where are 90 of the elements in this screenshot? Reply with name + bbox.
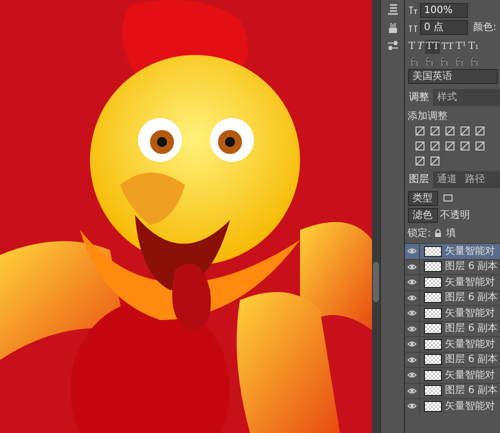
eye-icon[interactable] <box>407 262 417 272</box>
layer-thumbnail <box>424 338 442 350</box>
layer-name: 图层 6 副本 <box>445 260 498 274</box>
adjustment-icon[interactable] <box>415 126 425 136</box>
ligature-icon[interactable] <box>440 56 450 66</box>
layer-row[interactable]: 矢量智能对 <box>405 243 500 258</box>
adjustment-icon[interactable] <box>460 141 470 151</box>
adjustment-icon[interactable] <box>415 141 425 151</box>
adjustment-icon[interactable] <box>475 126 485 136</box>
layer-name: 图层 6 副本 <box>445 290 498 306</box>
blend-mode-dropdown[interactable]: 滤色 <box>408 208 438 223</box>
layer-row[interactable]: 图层 6 副本 <box>405 382 500 398</box>
fill-label: 填 <box>446 226 456 240</box>
opacity-label: 不透明 <box>440 208 470 223</box>
text-style-button[interactable]: TT <box>440 40 455 54</box>
ligature-icon[interactable] <box>470 56 480 66</box>
layer-thumbnail <box>424 292 442 304</box>
layer-row[interactable]: 矢量智能对 <box>405 274 500 290</box>
layer-row[interactable]: 矢量智能对 <box>405 336 500 352</box>
panel-tab[interactable]: 路径 <box>461 171 489 188</box>
brush-icon[interactable] <box>386 22 398 34</box>
layer-thumbnail <box>424 261 442 272</box>
tracking-field[interactable]: 0 点 <box>420 20 468 35</box>
sliders-icon[interactable] <box>386 40 398 52</box>
layer-thumbnail <box>424 308 442 319</box>
ligature-icon[interactable] <box>455 56 465 66</box>
layer-thumbnail <box>424 385 442 396</box>
layer-name: 图层 6 副本 <box>445 352 498 368</box>
adjustment-icon[interactable] <box>415 156 425 166</box>
panel-tab[interactable]: 样式 <box>433 89 461 106</box>
layer-thumbnail <box>424 400 442 412</box>
eye-icon[interactable] <box>407 277 417 288</box>
layer-name: 矢量智能对 <box>445 368 495 383</box>
paragraph-icon[interactable] <box>386 4 398 16</box>
adjustment-icon[interactable] <box>445 141 455 151</box>
layer-row[interactable]: 图层 6 副本 <box>405 352 500 367</box>
lock-icon[interactable] <box>433 228 444 238</box>
adjustment-icon[interactable] <box>430 156 440 166</box>
eye-icon[interactable] <box>407 246 417 256</box>
language-dropdown[interactable]: 美国英语 <box>408 69 498 84</box>
layer-name: 图层 6 副本 <box>445 322 498 336</box>
eye-icon[interactable] <box>407 308 417 318</box>
layer-row[interactable]: 图层 6 副本 <box>405 320 500 336</box>
layer-name: 矢量智能对 <box>445 338 495 352</box>
layer-name: 矢量智能对 <box>445 276 495 290</box>
eye-icon[interactable] <box>407 339 417 350</box>
eye-icon[interactable] <box>407 354 417 365</box>
panel-tab[interactable]: 图层 <box>405 171 433 188</box>
image-icon[interactable] <box>442 193 452 203</box>
panel-heading: 添加调整 <box>406 110 448 124</box>
layer-thumbnail <box>424 323 442 334</box>
layer-row[interactable]: 图层 6 副本 <box>405 258 500 274</box>
adjustment-icon[interactable] <box>445 126 455 136</box>
eye-icon[interactable] <box>407 386 417 396</box>
color-label: 颜色: <box>473 20 496 35</box>
font-scale-field[interactable]: 100% <box>420 2 468 18</box>
layer-thumbnail <box>424 354 442 366</box>
text-style-button[interactable]: TT <box>424 40 440 54</box>
layer-name: 矢量智能对 <box>445 400 495 414</box>
panel-tab[interactable]: 调整 <box>405 89 433 106</box>
adjustment-icon[interactable] <box>430 141 440 151</box>
layer-name: 矢量智能对 <box>445 244 495 259</box>
text-style-button[interactable]: T <box>416 40 425 54</box>
layer-filter-dropdown[interactable]: 类型 <box>408 190 438 206</box>
scrollbar[interactable] <box>372 0 380 433</box>
eye-icon[interactable] <box>407 292 417 303</box>
layer-thumbnail <box>424 370 442 381</box>
layer-thumbnail <box>424 246 442 257</box>
eye-icon[interactable] <box>407 401 417 412</box>
layer-name: 图层 6 副本 <box>445 384 498 398</box>
ligature-icon[interactable] <box>410 56 420 66</box>
text-style-button[interactable]: T <box>408 40 416 54</box>
eye-icon[interactable] <box>407 324 417 334</box>
layer-row[interactable]: 矢量智能对 <box>405 305 500 320</box>
font-scale-icon <box>408 5 418 15</box>
adjustment-icon[interactable] <box>430 126 440 136</box>
ligature-icon[interactable] <box>425 56 435 66</box>
layer-thumbnail <box>424 276 442 288</box>
layer-name: 矢量智能对 <box>445 306 495 321</box>
tracking-icon <box>408 22 418 32</box>
adjustment-icon[interactable] <box>460 126 470 136</box>
eye-icon[interactable] <box>407 370 417 380</box>
layer-row[interactable]: 图层 6 副本 <box>405 290 500 305</box>
layer-row[interactable]: 矢量智能对 <box>405 367 500 382</box>
lock-label: 锁定: <box>408 226 431 240</box>
panel-tab[interactable]: 通道 <box>433 171 461 188</box>
adjustment-icon[interactable] <box>475 141 485 151</box>
text-style-button[interactable]: T¹ <box>454 40 468 54</box>
layer-row[interactable]: 矢量智能对 <box>405 398 500 414</box>
text-style-button[interactable]: T₁ <box>467 40 480 54</box>
